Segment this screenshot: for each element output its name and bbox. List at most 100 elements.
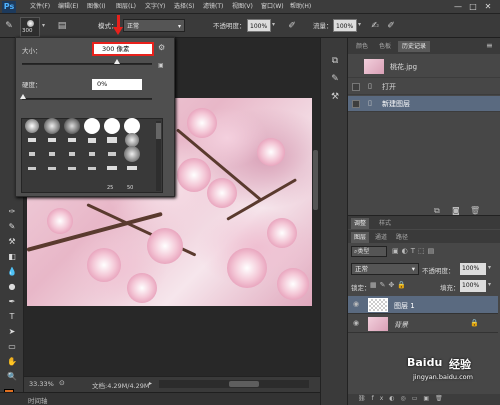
- chevron-down-icon[interactable]: ▾: [358, 21, 361, 28]
- brush-preset[interactable]: [42, 118, 62, 134]
- fill-input[interactable]: 100%: [460, 280, 486, 292]
- brush-panel-toggle-icon[interactable]: ▤: [55, 19, 69, 33]
- brush-preset[interactable]: [62, 147, 82, 161]
- hand-tool-icon[interactable]: ✋: [5, 355, 19, 368]
- menu-select[interactable]: 选择(S): [174, 0, 195, 14]
- dodge-tool-icon[interactable]: ●: [5, 280, 19, 293]
- zoom-tool-icon[interactable]: 🔍: [5, 370, 19, 383]
- hardness-input[interactable]: 0%: [92, 79, 142, 90]
- minimize-button[interactable]: —: [452, 1, 464, 12]
- layer-filter-select[interactable]: ⌕类型: [351, 246, 387, 257]
- size-value-highlight[interactable]: 300 像素: [92, 42, 154, 56]
- chevron-down-icon[interactable]: ▾: [272, 21, 275, 28]
- size-slider[interactable]: [22, 63, 152, 65]
- brush-preset[interactable]: [82, 161, 102, 175]
- tab-color[interactable]: 颜色: [353, 41, 371, 52]
- close-button[interactable]: ✕: [482, 1, 494, 12]
- brush-preset[interactable]: [22, 161, 42, 175]
- lock-icons[interactable]: ▦✎✥🔒: [370, 281, 409, 289]
- brush-tool-icon[interactable]: ✎: [2, 19, 16, 33]
- clone-source-icon[interactable]: ⚒: [328, 90, 342, 104]
- zoom-level[interactable]: 33.33%: [29, 380, 54, 388]
- tab-layers[interactable]: 图层: [351, 232, 370, 243]
- eraser-tool-icon[interactable]: ◧: [5, 250, 19, 263]
- tab-swatches[interactable]: 色板: [376, 41, 394, 52]
- visibility-eye-icon[interactable]: ◉: [353, 300, 359, 308]
- brush-preset[interactable]: [62, 161, 82, 175]
- brush-preset[interactable]: [82, 147, 102, 161]
- maximize-button[interactable]: □: [467, 1, 479, 12]
- brush-preset[interactable]: [62, 133, 82, 147]
- brush-preset[interactable]: [22, 119, 42, 133]
- brush-tool-icon[interactable]: ✎: [5, 220, 19, 233]
- menu-image[interactable]: 图像(I): [87, 0, 105, 14]
- layer-name[interactable]: 图层 1: [394, 301, 415, 311]
- gear-icon[interactable]: ⚙: [158, 43, 165, 52]
- status-menu-arrow-icon[interactable]: ▸: [149, 380, 152, 387]
- chevron-down-icon[interactable]: ▾: [488, 281, 491, 288]
- menu-help[interactable]: 帮助(H): [290, 0, 311, 14]
- tab-paths[interactable]: 路径: [393, 232, 411, 243]
- flow-input[interactable]: 100%: [333, 19, 357, 32]
- brush-preset[interactable]: [122, 146, 142, 162]
- brush-preset[interactable]: [62, 118, 82, 134]
- history-brush-source-checkbox[interactable]: [352, 83, 360, 91]
- timeline-bar[interactable]: 时间轴: [0, 392, 320, 405]
- history-snapshot-row[interactable]: 桃花.jpg: [348, 56, 500, 78]
- size-value-input[interactable]: 300 像素: [102, 44, 129, 54]
- menu-edit[interactable]: 编辑(E): [58, 0, 78, 14]
- panel-menu-icon[interactable]: ≡: [486, 41, 493, 50]
- brush-preset[interactable]: [122, 133, 142, 147]
- chevron-down-icon[interactable]: ▾: [488, 264, 491, 271]
- hardness-slider[interactable]: [22, 98, 152, 100]
- brush-preset-grid[interactable]: 25 50: [21, 118, 163, 193]
- type-tool-icon[interactable]: T: [5, 310, 19, 323]
- history-item-selected[interactable]: ▯ 新建图层: [348, 96, 500, 112]
- size-slider-thumb[interactable]: [114, 59, 120, 64]
- new-snapshot-icon[interactable]: ◙: [452, 206, 460, 215]
- mode-select[interactable]: 正常 ▾: [123, 19, 185, 32]
- tab-styles[interactable]: 样式: [376, 218, 394, 229]
- canvas-vertical-scrollbar[interactable]: [313, 150, 318, 210]
- history-brush-source-checkbox[interactable]: [352, 100, 360, 108]
- new-preset-icon[interactable]: ▣: [158, 62, 164, 69]
- opacity-input[interactable]: 100%: [247, 19, 271, 32]
- brush-grid-scrollbar[interactable]: [156, 121, 161, 191]
- pen-tool-icon[interactable]: ✑: [5, 205, 19, 218]
- brush-preset[interactable]: [102, 161, 122, 175]
- brush-panel-icon[interactable]: ✎: [328, 72, 342, 86]
- brush-preset[interactable]: [102, 147, 122, 161]
- history-panel-icon[interactable]: ⧉: [328, 54, 342, 68]
- blur-tool-icon[interactable]: 💧: [5, 265, 19, 278]
- menu-view[interactable]: 视图(V): [232, 0, 253, 14]
- menu-layer[interactable]: 图层(L): [116, 0, 136, 14]
- brush-preset[interactable]: [42, 133, 62, 147]
- horizontal-scroll-thumb[interactable]: [229, 381, 259, 387]
- pressure-size-icon[interactable]: ✐: [384, 19, 398, 33]
- shape-tool-icon[interactable]: ▭: [5, 340, 19, 353]
- layer-row[interactable]: ◉ 背景 🔒: [348, 315, 498, 333]
- menu-file[interactable]: 文件(F): [30, 0, 50, 14]
- blend-mode-select[interactable]: 正常 ▾: [351, 263, 419, 275]
- menu-window[interactable]: 窗口(W): [261, 0, 284, 14]
- info-icon[interactable]: ⊙: [59, 379, 65, 387]
- tab-history[interactable]: 历史记录: [398, 41, 431, 52]
- brush-preset[interactable]: [22, 147, 42, 161]
- tab-channels[interactable]: 通道: [372, 232, 390, 243]
- brush-preset[interactable]: [122, 118, 142, 134]
- layer-opacity-input[interactable]: 100%: [460, 263, 486, 275]
- layer-row-selected[interactable]: ◉ 图层 1: [348, 296, 498, 314]
- path-pen-icon[interactable]: ✒: [5, 295, 19, 308]
- brush-preset[interactable]: [42, 147, 62, 161]
- brush-preset[interactable]: [82, 118, 102, 134]
- brush-preset[interactable]: [22, 133, 42, 147]
- tab-adjustments[interactable]: 调整: [351, 218, 370, 229]
- clone-stamp-icon[interactable]: ⚒: [5, 235, 19, 248]
- layer-action-icons[interactable]: ⛓fx◐◎▭▣🗑: [358, 395, 449, 402]
- layer-name[interactable]: 背景: [394, 320, 408, 330]
- new-document-icon[interactable]: ⧉: [434, 206, 440, 216]
- visibility-eye-icon[interactable]: ◉: [353, 319, 359, 327]
- brush-preset[interactable]: [122, 161, 142, 175]
- menu-filter[interactable]: 滤镜(T): [203, 0, 223, 14]
- horizontal-scrollbar[interactable]: [159, 380, 309, 388]
